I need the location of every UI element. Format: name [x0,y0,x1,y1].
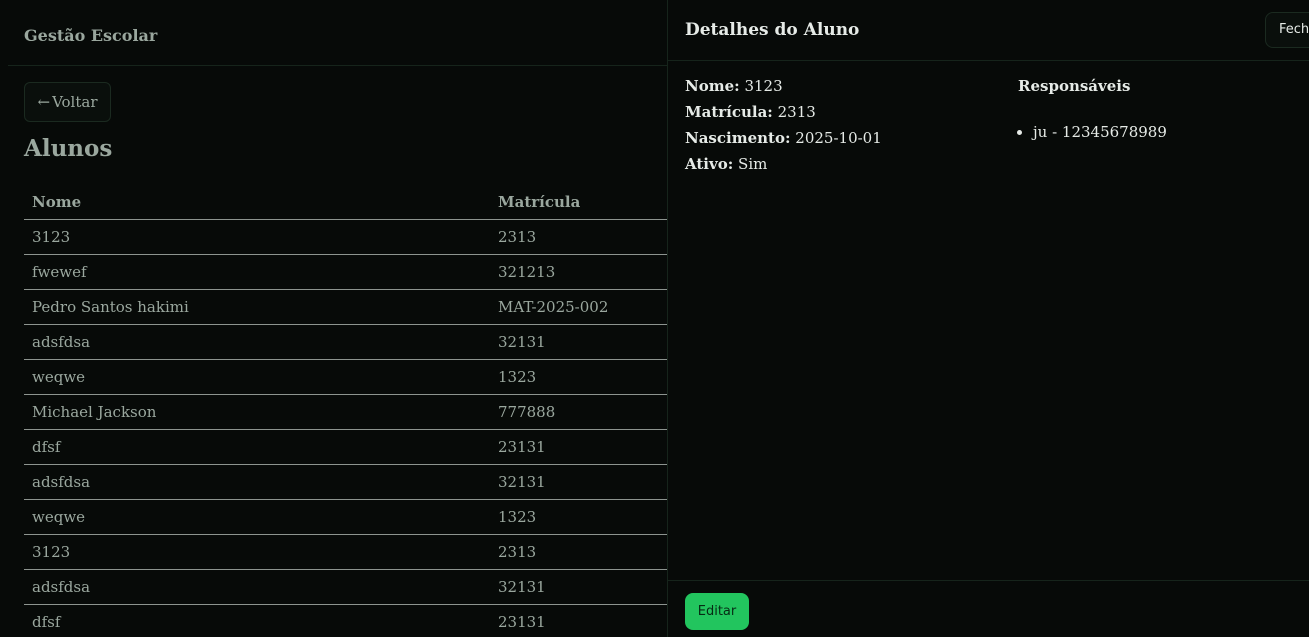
cell-name: adsfdsa [24,464,490,500]
table-row[interactable]: Pedro Santos hakimi MAT-2025-002 [24,289,724,325]
back-button[interactable]: ← Voltar [24,82,111,122]
details-title: Detalhes do Aluno [685,20,860,40]
cell-name: adsfdsa [24,569,490,605]
table-row[interactable]: Michael Jackson 777888 [24,394,724,430]
info-birth-label: Nascimento: [685,129,791,147]
left-arrow-icon: ← [37,93,51,111]
cell-name: dfsf [24,429,490,465]
table-row[interactable]: adsfdsa 32131 [24,569,724,605]
guardians-section: Responsáveis ju - 12345678989 [1018,76,1167,142]
info-active-value: Sim [738,155,768,173]
top-bar: Gestão Escolar [8,0,708,66]
cell-name: 3123 [24,534,490,570]
table-row[interactable]: weqwe 1323 [24,359,724,395]
info-name: Nome: 3123 [685,76,882,102]
details-header: Detalhes do Aluno Fechar [668,0,1309,61]
table-row[interactable]: fwewef 321213 [24,254,724,290]
brand-title: Gestão Escolar [24,26,158,45]
cell-name: weqwe [24,359,490,395]
table-row[interactable]: 3123 2313 [24,219,724,255]
cell-name: fwewef [24,254,490,290]
student-info: Nome: 3123 Matrícula: 2313 Nascimento: 2… [685,76,882,180]
info-active: Ativo: Sim [685,154,882,180]
info-birth-value: 2025-10-01 [795,129,882,147]
info-active-label: Ativo: [685,155,734,173]
info-registration-value: 2313 [777,103,816,121]
guardians-list: ju - 12345678989 [1018,122,1167,142]
cell-name: weqwe [24,499,490,535]
list-item: ju - 12345678989 [1033,122,1167,142]
table-row[interactable]: dfsf 23131 [24,429,724,465]
page-title: Alunos [24,135,113,162]
app-root: Gestão Escolar ← Voltar Alunos Nome Matr… [0,0,1309,637]
edit-button[interactable]: Editar [685,593,749,630]
cell-name: dfsf [24,604,490,637]
students-table: Nome Matrícula 3123 2313 fwewef 321213 Ped… [24,184,724,637]
cell-name: 3123 [24,219,490,255]
table-header-row: Nome Matrícula [24,184,724,220]
cell-name: adsfdsa [24,324,490,360]
table-row[interactable]: adsfdsa 32131 [24,324,724,360]
column-header-name[interactable]: Nome [24,184,490,220]
cell-name: Pedro Santos hakimi [24,289,490,325]
info-name-label: Nome: [685,77,740,95]
table-row[interactable]: weqwe 1323 [24,499,724,535]
close-button[interactable]: Fechar [1265,12,1309,48]
guardians-title: Responsáveis [1018,77,1131,95]
info-name-value: 3123 [744,77,783,95]
table-row[interactable]: dfsf 23131 [24,604,724,637]
table-row[interactable]: 3123 2313 [24,534,724,570]
student-details-panel: Detalhes do Aluno Fechar Nome: 3123 Matr… [667,0,1309,637]
table-row[interactable]: adsfdsa 32131 [24,464,724,500]
info-birth: Nascimento: 2025-10-01 [685,128,882,154]
details-footer: Editar [668,580,1309,637]
info-registration: Matrícula: 2313 [685,102,882,128]
back-button-label: Voltar [52,93,98,111]
cell-name: Michael Jackson [24,394,490,430]
info-registration-label: Matrícula: [685,103,773,121]
